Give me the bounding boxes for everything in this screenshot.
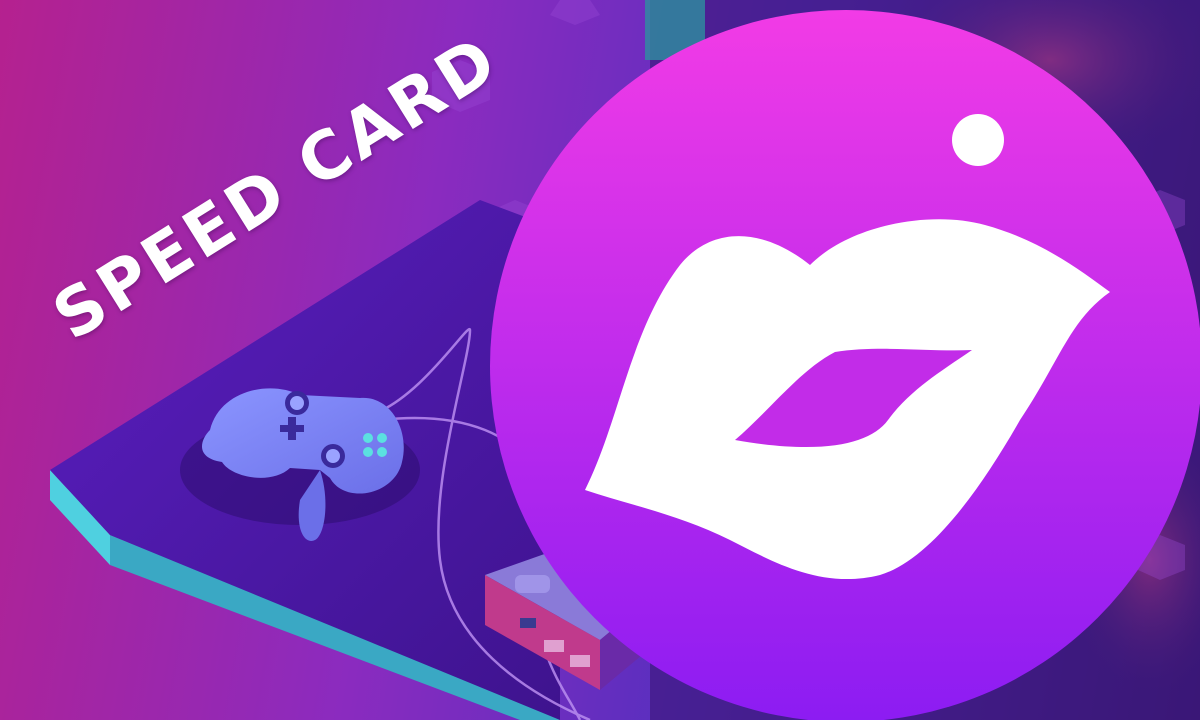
background-illustration (50, 0, 1200, 720)
app-logo-icon (490, 10, 1200, 720)
promo-banner: SPEED CARD (0, 0, 1200, 720)
